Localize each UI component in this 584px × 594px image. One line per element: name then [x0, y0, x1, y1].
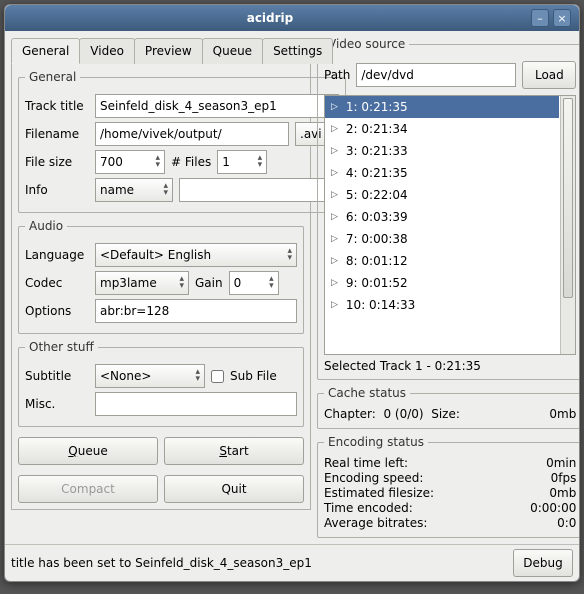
encoding-status-group: Encoding status Real time left:0min Enco…	[317, 435, 580, 538]
track-list[interactable]: ▷1: 0:21:35▷2: 0:21:34▷3: 0:21:33▷4: 0:2…	[324, 95, 576, 355]
numfiles-spinner[interactable]: ▴▾	[217, 150, 267, 174]
encoding-legend: Encoding status	[324, 435, 428, 449]
subtitle-combo[interactable]: <None>▴▾	[95, 364, 205, 388]
tab-queue[interactable]: Queue	[202, 38, 263, 64]
track-title-input[interactable]	[95, 94, 339, 118]
subfile-checkbox[interactable]	[211, 370, 224, 383]
close-button[interactable]: ×	[553, 9, 571, 27]
chevron-updown-icon: ▴▾	[195, 369, 200, 383]
triangle-icon: ▷	[331, 124, 338, 134]
numfiles-label: # Files	[171, 155, 211, 169]
general-group: General Track title Filename .avi▴▾ File…	[18, 70, 346, 213]
track-item[interactable]: ▷6: 0:03:39	[325, 206, 559, 228]
triangle-icon: ▷	[331, 278, 338, 288]
triangle-icon: ▷	[331, 300, 338, 310]
subfile-label: Sub File	[230, 369, 277, 383]
info-label: Info	[25, 183, 89, 197]
queue-button[interactable]: Queue	[18, 437, 158, 465]
track-item[interactable]: ▷7: 0:00:38	[325, 228, 559, 250]
gain-label: Gain	[195, 276, 223, 290]
track-item[interactable]: ▷9: 0:01:52	[325, 272, 559, 294]
track-item[interactable]: ▷3: 0:21:33	[325, 140, 559, 162]
load-button[interactable]: Load	[522, 61, 576, 89]
triangle-icon: ▷	[331, 102, 338, 112]
app-window: acidrip – × General Video Preview Queue …	[4, 4, 580, 582]
track-item[interactable]: ▷10: 0:14:33	[325, 294, 559, 316]
filesize-label: File size	[25, 155, 89, 169]
language-label: Language	[25, 248, 89, 262]
general-legend: General	[25, 70, 80, 84]
tab-bar: General Video Preview Queue Settings	[11, 37, 311, 63]
track-title-label: Track title	[25, 99, 89, 113]
track-item[interactable]: ▷4: 0:21:35	[325, 162, 559, 184]
triangle-icon: ▷	[331, 146, 338, 156]
cache-size-value: 0mb	[549, 407, 576, 421]
options-label: Options	[25, 304, 89, 318]
audio-legend: Audio	[25, 219, 67, 233]
codec-combo[interactable]: mp3lame▴▾	[95, 271, 189, 295]
start-button[interactable]: Start	[164, 437, 304, 465]
video-source-legend: Video source	[324, 37, 409, 51]
triangle-icon: ▷	[331, 168, 338, 178]
filesize-spinner[interactable]: ▴▾	[95, 150, 165, 174]
codec-label: Codec	[25, 276, 89, 290]
scroll-thumb[interactable]	[563, 98, 573, 298]
selected-track-label: Selected Track 1 - 0:21:35	[324, 359, 576, 373]
tab-video[interactable]: Video	[79, 38, 135, 64]
compact-button[interactable]: Compact	[18, 475, 158, 503]
path-label: Path	[324, 68, 350, 82]
quit-button[interactable]: Quit	[164, 475, 304, 503]
track-item[interactable]: ▷8: 0:01:12	[325, 250, 559, 272]
status-text: title has been set to Seinfeld_disk_4_se…	[11, 556, 513, 570]
path-input[interactable]	[356, 63, 516, 87]
audio-group: Audio Language <Default> English▴▾ Codec…	[18, 219, 304, 334]
triangle-icon: ▷	[331, 212, 338, 222]
video-source-group: Video source Path Load ▷1: 0:21:35▷2: 0:…	[317, 37, 580, 380]
chevron-updown-icon: ▴▾	[287, 248, 292, 262]
misc-label: Misc.	[25, 397, 89, 411]
gain-spinner[interactable]: ▴▾	[229, 271, 279, 295]
filename-label: Filename	[25, 127, 89, 141]
subtitle-label: Subtitle	[25, 369, 89, 383]
track-item[interactable]: ▷1: 0:21:35	[325, 96, 559, 118]
options-input[interactable]	[95, 299, 297, 323]
triangle-icon: ▷	[331, 190, 338, 200]
cache-legend: Cache status	[324, 386, 410, 400]
chevron-updown-icon: ▴▾	[179, 276, 184, 290]
window-title: acidrip	[13, 11, 527, 25]
debug-button[interactable]: Debug	[513, 549, 573, 577]
status-bar: title has been set to Seinfeld_disk_4_se…	[5, 544, 579, 581]
tab-settings[interactable]: Settings	[262, 38, 333, 64]
misc-input[interactable]	[95, 392, 297, 416]
titlebar: acidrip – ×	[5, 5, 579, 31]
triangle-icon: ▷	[331, 234, 338, 244]
chevron-updown-icon: ▴▾	[163, 183, 168, 197]
track-item[interactable]: ▷5: 0:22:04	[325, 184, 559, 206]
info-input[interactable]	[179, 178, 339, 202]
other-group: Other stuff Subtitle <None>▴▾ Sub File M…	[18, 340, 304, 427]
track-item[interactable]: ▷2: 0:21:34	[325, 118, 559, 140]
minimize-button[interactable]: –	[531, 9, 549, 27]
cache-status-group: Cache status Chapter: 0 (0/0) Size: 0mb	[317, 386, 580, 429]
scrollbar[interactable]	[560, 96, 575, 354]
language-combo[interactable]: <Default> English▴▾	[95, 243, 297, 267]
filename-input[interactable]	[95, 122, 289, 146]
other-legend: Other stuff	[25, 340, 98, 354]
tab-preview[interactable]: Preview	[134, 38, 203, 64]
info-combo[interactable]: name▴▾	[95, 178, 173, 202]
triangle-icon: ▷	[331, 256, 338, 266]
tab-general[interactable]: General	[11, 38, 80, 64]
